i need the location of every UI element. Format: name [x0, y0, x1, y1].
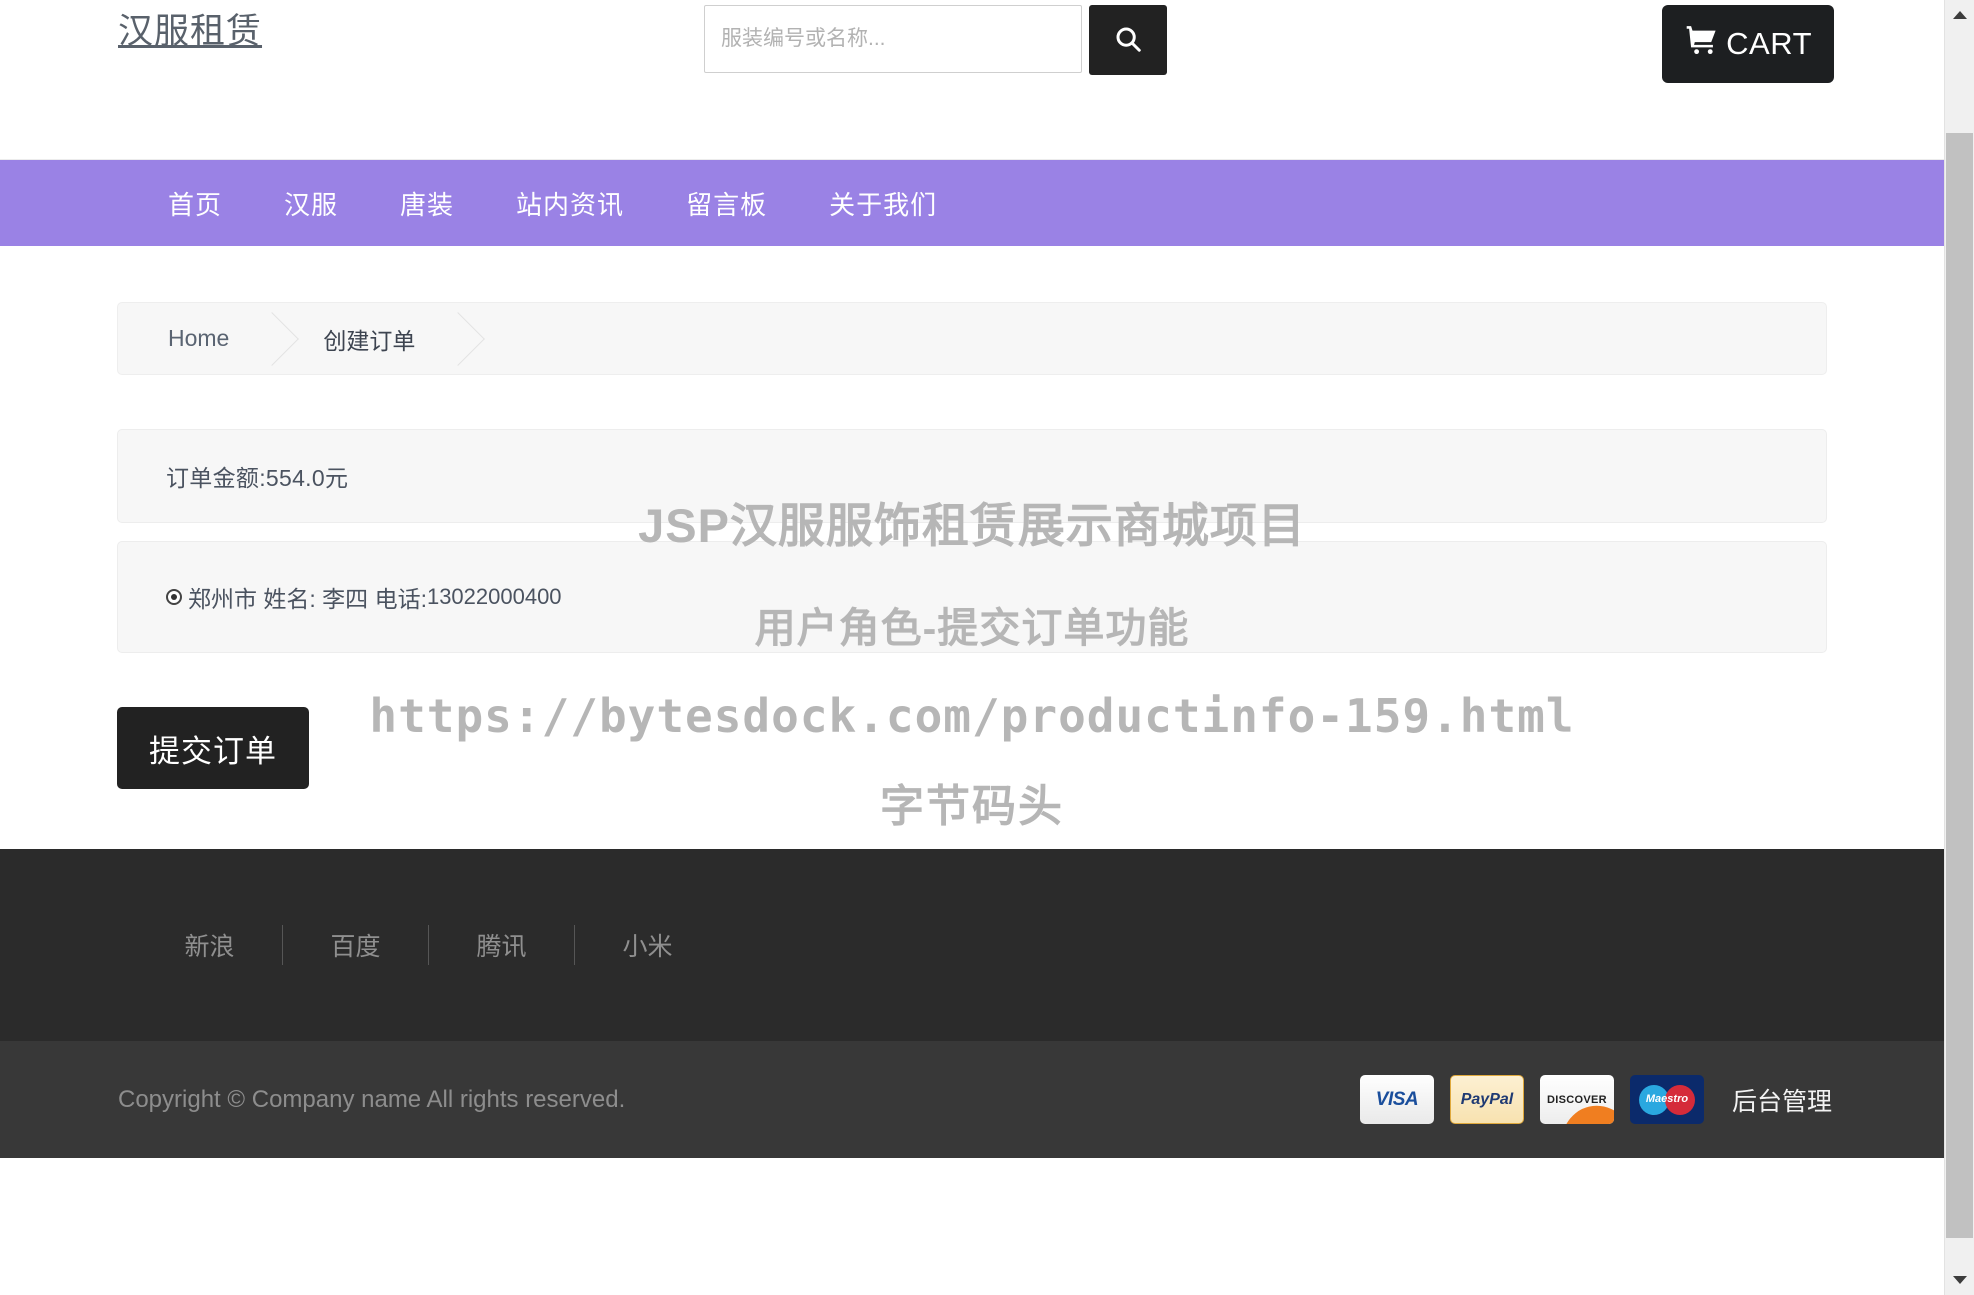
nav-item-hanfu[interactable]: 汉服: [284, 185, 338, 222]
breadcrumb-item-home[interactable]: Home: [118, 303, 273, 374]
footer-link-xiaomi[interactable]: 小米: [575, 927, 720, 963]
browser-page: 汉服租赁: [0, 0, 1974, 1295]
scrollbar-thumb[interactable]: [1946, 133, 1973, 1238]
order-amount-text: 订单金额:554.0元: [166, 459, 348, 493]
site-header: 汉服租赁: [0, 0, 1944, 160]
chevron-up-icon: [1953, 11, 1967, 19]
scroll-up-button[interactable]: [1945, 0, 1974, 30]
content-container: Home 创建订单 订单金额:554.0元 郑州市: [117, 246, 1827, 789]
search-bar: [704, 5, 1167, 75]
footer-links: 新浪 百度 腾讯 小米: [117, 925, 1827, 965]
address-phone: 13022000400: [427, 584, 562, 610]
cart-button[interactable]: CART: [1662, 5, 1834, 83]
search-input[interactable]: [704, 5, 1082, 73]
site-logo[interactable]: 汉服租赁: [118, 3, 262, 54]
chevron-down-icon: [1953, 1276, 1967, 1284]
paypal-label: PayPal: [1461, 1091, 1513, 1109]
admin-panel-link[interactable]: 后台管理: [1732, 1082, 1832, 1118]
address-name: 李四: [322, 580, 368, 614]
paypal-icon: PayPal: [1450, 1075, 1524, 1124]
payment-methods: VISA PayPal DISCOVER Maestro 后台管理: [1360, 1075, 1832, 1124]
order-amount-panel: 订单金额:554.0元: [117, 429, 1827, 523]
address-phone-label: 电话:: [375, 580, 427, 614]
main-nav: 首页 汉服 唐装 站内资讯 留言板 关于我们: [0, 160, 1944, 246]
nav-item-tangzhuang[interactable]: 唐装: [400, 185, 454, 222]
visa-label: VISA: [1376, 1089, 1418, 1111]
maestro-icon: Maestro: [1630, 1075, 1704, 1124]
nav-item-message-board[interactable]: 留言板: [686, 185, 767, 222]
chevron-right-icon: [431, 312, 485, 366]
nav-item-news[interactable]: 站内资讯: [516, 185, 624, 222]
site-viewport: 汉服租赁: [0, 0, 1944, 1295]
address-option-row[interactable]: 郑州市 姓名: 李四 电话: 13022000400: [166, 580, 562, 614]
main-content: Home 创建订单 订单金额:554.0元 郑州市: [0, 246, 1944, 849]
discover-icon: DISCOVER: [1540, 1075, 1614, 1124]
maestro-label: Maestro: [1630, 1093, 1704, 1105]
footer-link-sina[interactable]: 新浪: [137, 927, 282, 963]
submit-order-button[interactable]: 提交订单: [117, 707, 309, 789]
address-city: 郑州市: [188, 580, 257, 614]
footer-link-baidu[interactable]: 百度: [283, 927, 428, 963]
visa-icon: VISA: [1360, 1075, 1434, 1124]
nav-item-about-us[interactable]: 关于我们: [829, 185, 937, 222]
cart-label: CART: [1726, 26, 1812, 62]
copyright-text: Copyright © Company name All rights rese…: [118, 1086, 625, 1114]
breadcrumb-item-create-order[interactable]: 创建订单: [273, 303, 459, 374]
address-name-label: 姓名:: [263, 580, 315, 614]
address-radio-selected[interactable]: [166, 589, 182, 605]
breadcrumb-home-label: Home: [168, 325, 229, 352]
footer-copyright-bar: Copyright © Company name All rights rese…: [0, 1041, 1944, 1158]
breadcrumb-create-order-label: 创建订单: [323, 322, 415, 356]
scroll-down-button[interactable]: [1945, 1265, 1974, 1295]
search-button[interactable]: [1089, 5, 1167, 75]
search-icon: [1113, 24, 1143, 57]
nav-item-home[interactable]: 首页: [168, 185, 222, 222]
discover-label: DISCOVER: [1547, 1094, 1607, 1106]
shopping-cart-icon: [1684, 23, 1720, 65]
order-address-panel: 郑州市 姓名: 李四 电话: 13022000400: [117, 541, 1827, 653]
footer-link-tencent[interactable]: 腾讯: [429, 927, 574, 963]
vertical-scrollbar[interactable]: [1944, 0, 1974, 1295]
footer-links-bar: 新浪 百度 腾讯 小米: [0, 849, 1944, 1041]
breadcrumb: Home 创建订单: [117, 302, 1827, 375]
